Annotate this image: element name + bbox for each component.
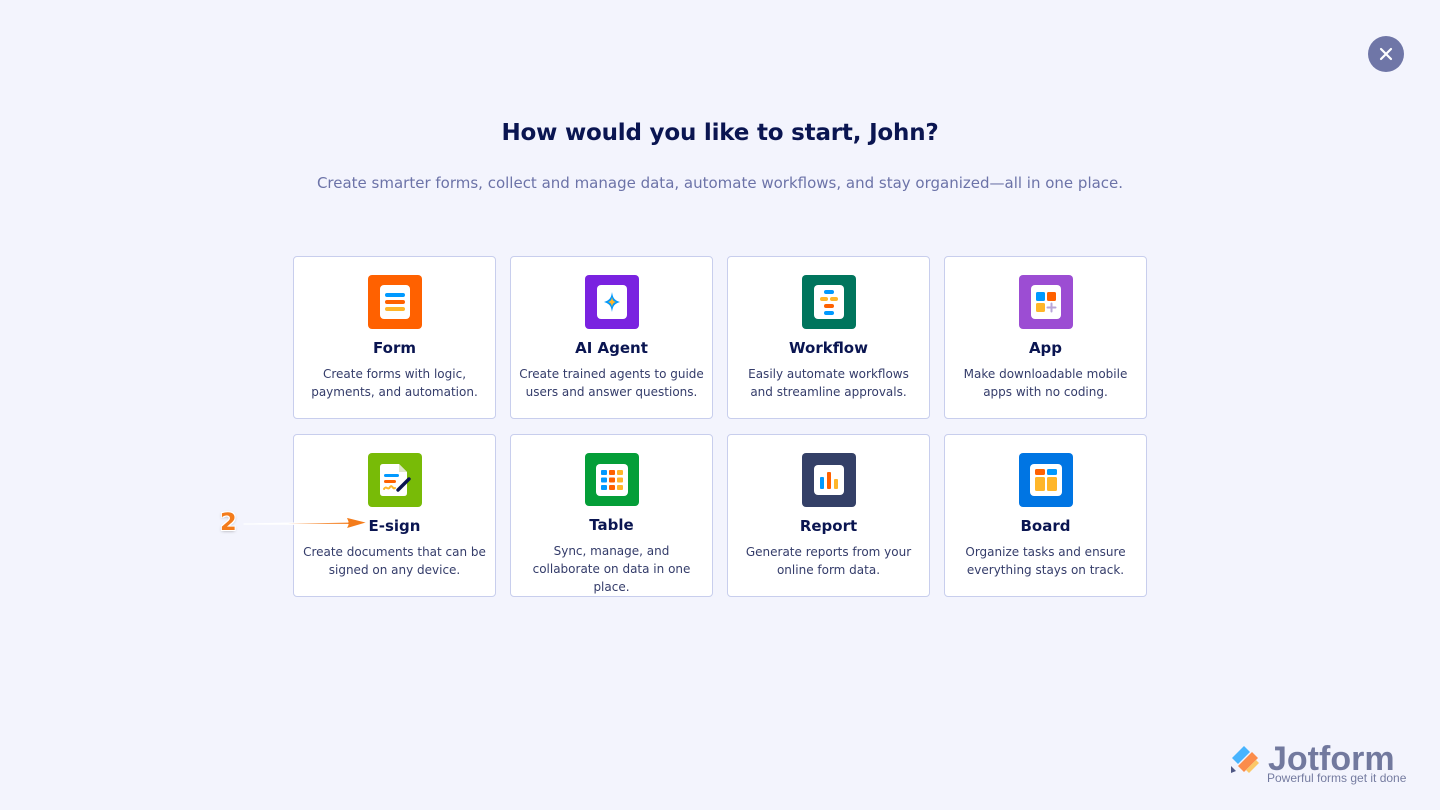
close-icon — [1379, 47, 1393, 61]
option-card-workflow[interactable]: Workflow Easily automate workflows and s… — [727, 256, 930, 419]
arrow-icon — [243, 516, 369, 530]
option-title: AI Agent — [575, 339, 648, 357]
option-title: Form — [373, 339, 416, 357]
brand-tagline: Powerful forms get it done — [1267, 771, 1407, 785]
page-subtitle: Create smarter forms, collect and manage… — [316, 174, 1124, 192]
option-title: Workflow — [789, 339, 868, 357]
jotform-logo-icon — [1231, 746, 1259, 773]
esign-icon — [367, 453, 422, 507]
board-icon — [1018, 453, 1073, 507]
step-annotation: 2 — [220, 508, 380, 540]
report-icon — [801, 453, 856, 507]
jotform-watermark: Jotform Powerful forms get it done — [1228, 740, 1408, 790]
options-grid: Form Create forms with logic, payments, … — [293, 256, 1147, 597]
option-description: Make downloadable mobile apps with no co… — [963, 367, 1128, 399]
option-description: Sync, manage, and collaborate on data in… — [532, 544, 691, 594]
option-description: Create forms with logic, payments, and a… — [311, 367, 478, 399]
ai-agent-icon — [584, 275, 639, 329]
option-title: Table — [589, 516, 634, 534]
option-description: Create documents that can be signed on a… — [303, 545, 486, 577]
form-icon — [367, 275, 422, 329]
option-card-form[interactable]: Form Create forms with logic, payments, … — [293, 256, 496, 419]
option-description: Generate reports from your online form d… — [745, 545, 912, 577]
option-title: App — [1028, 339, 1063, 357]
close-button[interactable] — [1368, 36, 1404, 72]
option-card-board[interactable]: Board Organize tasks and ensure everythi… — [944, 434, 1147, 597]
option-description: Easily automate workflows and streamline… — [748, 367, 909, 399]
page-title: How would you like to start, John? — [501, 120, 939, 146]
option-card-ai-agent[interactable]: AI Agent Create trained agents to guide … — [510, 256, 713, 419]
option-card-report[interactable]: Report Generate reports from your online… — [727, 434, 930, 597]
app-icon — [1018, 275, 1073, 329]
option-description: Create trained agents to guide users and… — [519, 367, 704, 399]
option-title: Board — [1020, 517, 1071, 535]
start-modal: How would you like to start, John? Creat… — [0, 0, 1440, 810]
option-title: Report — [799, 517, 858, 535]
option-card-table[interactable]: Table Sync, manage, and collaborate on d… — [510, 434, 713, 597]
workflow-icon — [801, 275, 856, 329]
option-description: Organize tasks and ensure everything sta… — [965, 545, 1126, 577]
option-card-app[interactable]: App Make downloadable mobile apps with n… — [944, 256, 1147, 419]
table-icon — [584, 453, 639, 506]
